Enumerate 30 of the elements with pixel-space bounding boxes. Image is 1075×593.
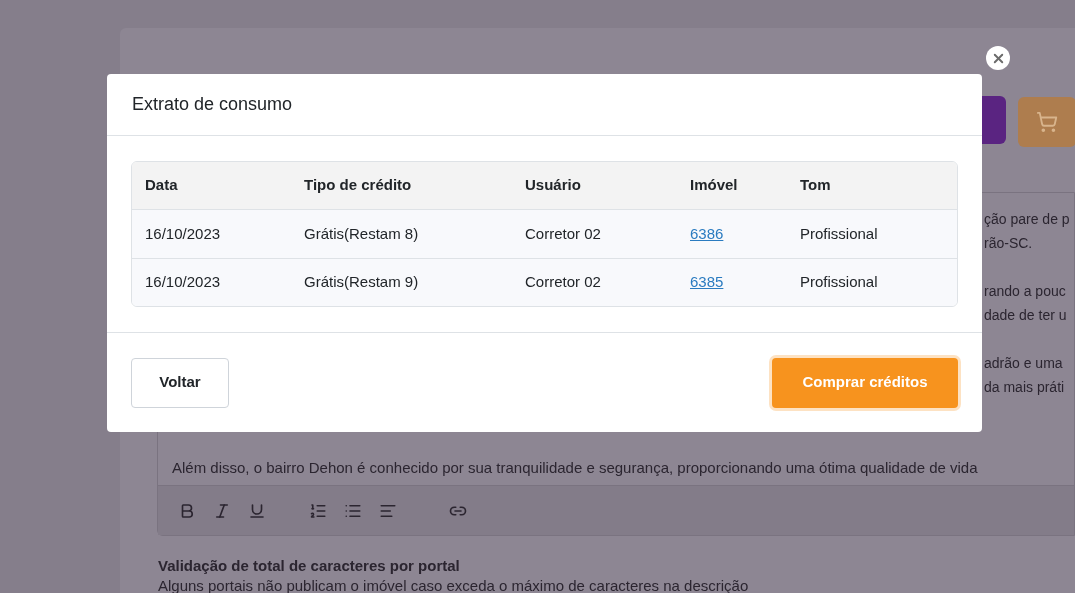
modal-title: Extrato de consumo xyxy=(132,93,293,116)
table-cell: Corretor 02 xyxy=(525,224,601,242)
text-fragment: da mais práti xyxy=(984,378,1066,397)
text-fragment: ção pare de p xyxy=(984,210,1070,229)
table-cell: Grátis(Restam 8) xyxy=(304,224,419,242)
buy-credits-button[interactable]: Comprar créditos xyxy=(772,357,958,408)
column-header: Data xyxy=(145,176,178,194)
italic-icon[interactable] xyxy=(213,501,231,520)
table-cell: Grátis(Restam 9) xyxy=(304,273,419,291)
table-cell: Corretor 02 xyxy=(525,273,601,291)
text-fragment: rão-SC. xyxy=(984,234,1034,253)
table-cell: 16/10/2023 xyxy=(145,224,221,242)
property-link[interactable]: 6386 xyxy=(690,224,724,242)
back-button[interactable]: Voltar xyxy=(131,357,229,408)
underline-icon[interactable] xyxy=(248,501,266,520)
column-header: Tipo de crédito xyxy=(304,176,412,194)
editor-text: Além disso, o bairro Dehon é conhecido por sua tranquilidade e segurança, proporcionando uma ótima qualidade de vida xyxy=(172,457,978,478)
column-header: Imóvel xyxy=(690,176,738,194)
table-cell: Profissional xyxy=(800,224,878,242)
column-header: Usuário xyxy=(525,176,581,194)
text-fragment: dade de ter u xyxy=(984,306,1068,325)
table-cell: 16/10/2023 xyxy=(145,273,221,291)
text-fragment: adrão e uma xyxy=(984,354,1064,373)
cart-icon xyxy=(1036,111,1058,133)
text-fragment: rando a pouc xyxy=(984,282,1067,301)
ordered-list-icon[interactable] xyxy=(309,501,327,520)
column-header: Tom xyxy=(800,176,831,194)
table-cell: Profissional xyxy=(800,273,878,291)
property-link[interactable]: 6385 xyxy=(690,273,724,291)
section-title: Validação de total de caracteres por portal xyxy=(158,556,461,576)
